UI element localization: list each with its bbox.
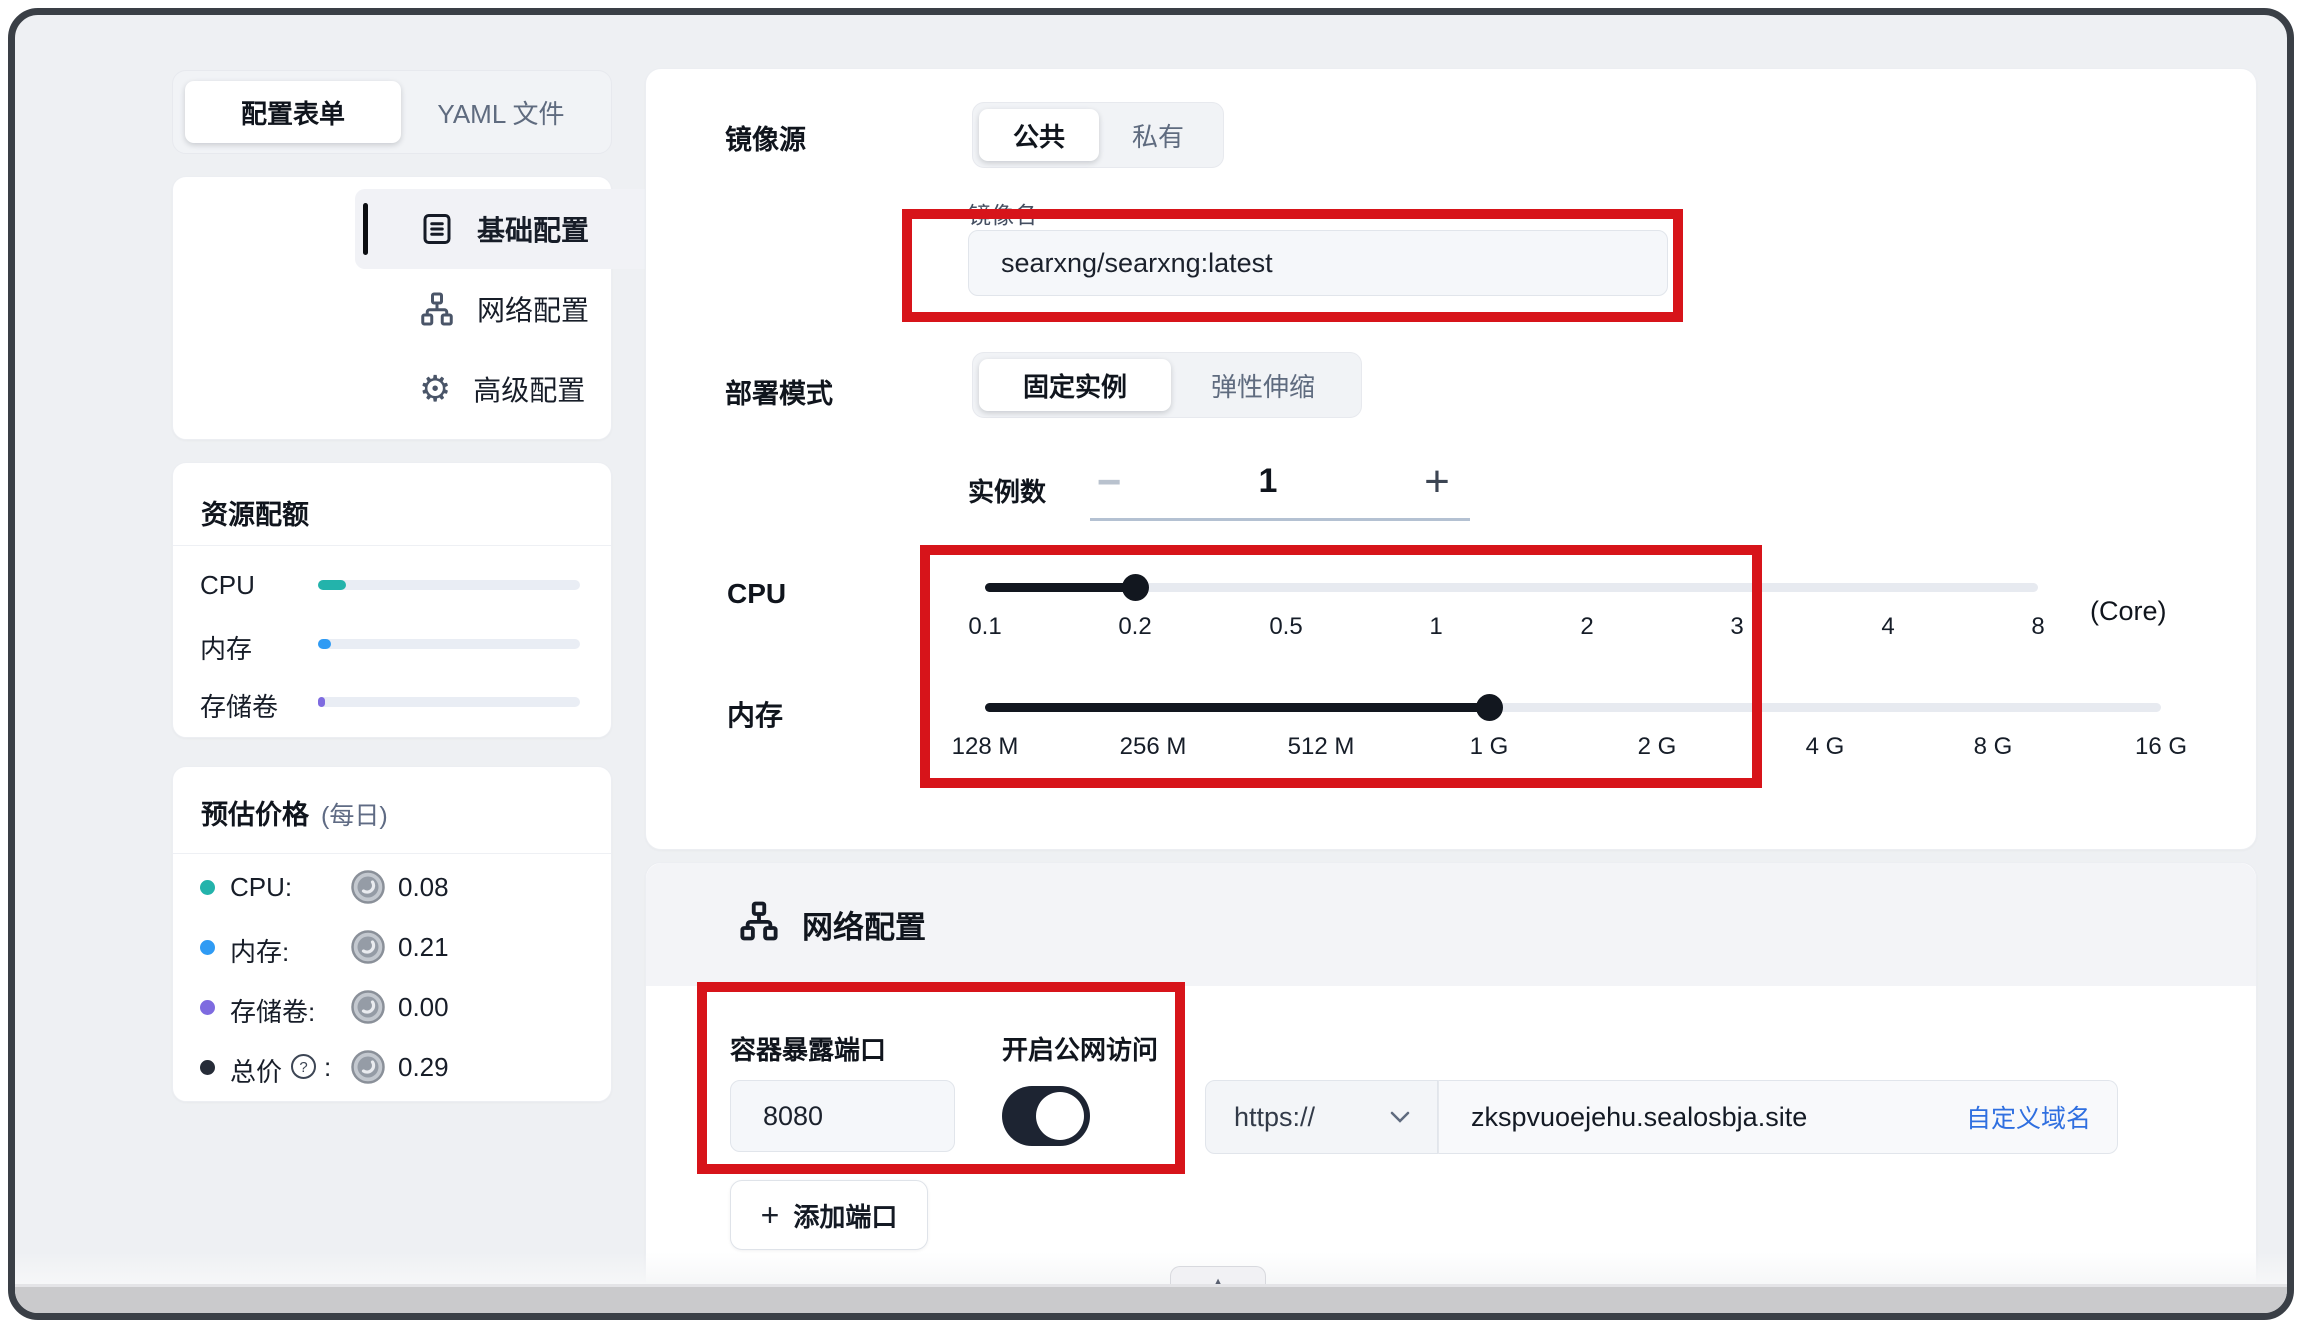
gear-icon: ⚙ [419, 371, 451, 407]
coin-icon [350, 869, 386, 912]
bottom-fade [8, 1252, 2294, 1284]
view-mode-tabs: 配置表单 YAML 文件 [172, 70, 612, 154]
option-fixed-instance-label: 固定实例 [1023, 367, 1127, 404]
quota-label: 内存 [200, 629, 252, 666]
protocol-select[interactable]: https:// [1205, 1080, 1438, 1154]
help-icon[interactable]: ? [290, 1053, 317, 1087]
memory-dot [200, 940, 215, 955]
quota-label: 存储卷 [200, 687, 278, 724]
cpu-slider-label: CPU [727, 578, 786, 610]
network-icon [738, 900, 780, 942]
cpu-tick-label: 8 [1978, 613, 2098, 641]
add-port-button[interactable]: + 添加端口 [730, 1180, 928, 1250]
price-value: 0.08 [398, 872, 449, 903]
protocol-value: https:// [1206, 1102, 1315, 1133]
coin-icon [350, 929, 386, 972]
quota-bar-track [318, 580, 580, 590]
divider [173, 545, 611, 546]
tab-yaml-file[interactable]: YAML 文件 [401, 81, 601, 143]
price-title: 预估价格 [201, 793, 309, 832]
cpu-dot [200, 880, 215, 895]
option-public[interactable]: 公共 [979, 109, 1099, 161]
sidebar-nav-card: 基础配置 网络配置 ⚙ 高级配置 [172, 176, 612, 440]
price-label: 存储卷: [230, 992, 315, 1029]
quota-label: CPU [200, 570, 255, 601]
price-label: 内存: [230, 932, 289, 969]
option-private-label: 私有 [1132, 117, 1184, 154]
price-value: 0.21 [398, 932, 449, 963]
sidebar-item-label: 基础配置 [477, 209, 589, 249]
deploy-mode-label: 部署模式 [725, 372, 833, 411]
tab-config-form-label: 配置表单 [241, 94, 345, 131]
annotation-box-port [697, 982, 1185, 1174]
plus-icon: + [761, 1200, 780, 1230]
sidebar-item-label: 网络配置 [477, 289, 589, 329]
memory-tick-label: 16 G [2101, 733, 2221, 761]
memory-tick-label: 8 G [1933, 733, 2053, 761]
image-source-segmented: 公共 私有 [972, 102, 1224, 168]
network-icon [419, 291, 455, 327]
image-source-label: 镜像源 [725, 118, 806, 157]
price-label: 总价 [230, 1052, 282, 1089]
cpu-tick-label: 4 [1828, 613, 1948, 641]
price-row-total: 总价 ? : 0.29 [172, 1048, 612, 1088]
annotation-box-image-name [902, 209, 1683, 322]
total-dot [200, 1060, 215, 1075]
option-fixed-instance[interactable]: 固定实例 [979, 359, 1171, 411]
price-subtitle: (每日) [321, 796, 388, 832]
memory-slider-label: 内存 [727, 694, 783, 734]
option-private[interactable]: 私有 [1099, 109, 1217, 161]
annotation-box-sliders [920, 545, 1762, 788]
svg-text:?: ? [299, 1059, 307, 1076]
network-section-title: 网络配置 [802, 902, 926, 947]
price-colon: : [324, 1052, 331, 1083]
quota-bar-fill [318, 639, 331, 649]
quota-row-memory: 内存 [172, 627, 612, 661]
instances-value: 1 [1218, 462, 1318, 501]
price-label: CPU: [230, 872, 292, 903]
add-port-label: 添加端口 [793, 1197, 897, 1234]
instances-underline [1090, 518, 1470, 521]
page-canvas: 配置表单 YAML 文件 基础配置 网络配置 [8, 8, 2294, 1320]
domain-value: zkspvuoejehu.sealosbja.site [1439, 1102, 1807, 1133]
price-row-cpu: CPU: 0.08 [172, 868, 612, 908]
price-row-memory: 内存: 0.21 [172, 928, 612, 968]
option-auto-scaling[interactable]: 弹性伸缩 [1171, 359, 1355, 411]
sidebar-item-label: 高级配置 [473, 369, 585, 409]
domain-field: zkspvuoejehu.sealosbja.site 自定义域名 [1438, 1080, 2118, 1154]
price-value: 0.00 [398, 992, 449, 1023]
window-frame: 配置表单 YAML 文件 基础配置 网络配置 [8, 8, 2294, 1320]
coin-icon [350, 989, 386, 1032]
quota-bar-track [318, 639, 580, 649]
quota-bar-track [318, 697, 580, 707]
tab-config-form[interactable]: 配置表单 [185, 81, 401, 143]
cpu-unit-label: (Core) [2090, 596, 2167, 627]
quota-bar-fill [318, 697, 325, 707]
tab-yaml-file-label: YAML 文件 [437, 94, 564, 131]
quota-bar-fill [318, 580, 346, 590]
price-row-storage: 存储卷: 0.00 [172, 988, 612, 1028]
quota-row-storage: 存储卷 [172, 685, 612, 719]
custom-domain-link[interactable]: 自定义域名 [1966, 1099, 2091, 1135]
storage-dot [200, 1000, 215, 1015]
quota-row-cpu: CPU [172, 568, 612, 602]
price-value: 0.29 [398, 1052, 449, 1083]
bottom-bar [8, 1284, 2294, 1320]
quota-title: 资源配额 [201, 493, 309, 532]
divider [173, 853, 611, 854]
deploy-mode-segmented: 固定实例 弹性伸缩 [972, 352, 1362, 418]
decrease-instances-button[interactable]: − [1085, 458, 1133, 506]
coin-icon [350, 1049, 386, 1092]
chevron-down-icon [1389, 1110, 1411, 1124]
option-auto-scaling-label: 弹性伸缩 [1211, 367, 1315, 404]
option-public-label: 公共 [1013, 117, 1065, 154]
increase-instances-button[interactable]: + [1413, 458, 1461, 506]
doc-icon [419, 211, 455, 247]
instances-label: 实例数 [968, 472, 1046, 509]
memory-tick-label: 4 G [1765, 733, 1885, 761]
active-indicator-bar [363, 203, 368, 255]
